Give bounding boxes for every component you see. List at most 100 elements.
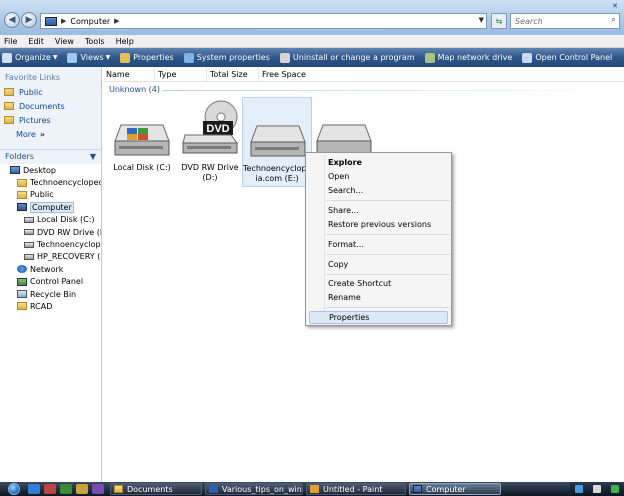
menu-help[interactable]: Help bbox=[116, 37, 134, 46]
hard-drive-icon bbox=[114, 124, 170, 156]
tree-item-control-panel[interactable]: Control Panel bbox=[0, 276, 101, 288]
tree-item-local-disk[interactable]: Local Disk (C:) bbox=[0, 214, 101, 226]
taskbar-item-paint[interactable]: Untitled - Paint bbox=[306, 483, 406, 495]
refresh-button[interactable]: ⇆ bbox=[491, 13, 507, 29]
forward-button[interactable]: ▶ bbox=[21, 12, 37, 28]
tree-label: DVD RW Drive (D:) bbox=[37, 227, 101, 237]
favorite-pictures[interactable]: Pictures bbox=[0, 113, 101, 127]
menu-item-format[interactable]: Format... bbox=[328, 238, 448, 251]
tree-item-rcad[interactable]: RCAD bbox=[0, 300, 101, 312]
taskbar-item-computer[interactable]: Computer bbox=[409, 483, 501, 495]
menu-item-properties[interactable]: Properties bbox=[309, 311, 448, 324]
tree-item-computer[interactable]: Computer bbox=[0, 201, 101, 213]
back-button[interactable]: ◀ bbox=[4, 12, 20, 28]
breadcrumb-arrow-icon[interactable]: ▶ bbox=[114, 17, 119, 25]
folder-icon bbox=[17, 190, 27, 199]
menu-item-create-shortcut[interactable]: Create Shortcut bbox=[328, 277, 448, 290]
menu-item-share[interactable]: Share... bbox=[328, 204, 448, 217]
drive-label: Technoencyclope ia.com (E:) bbox=[243, 164, 312, 184]
column-free-space[interactable]: Free Space bbox=[259, 67, 311, 82]
column-type[interactable]: Type bbox=[155, 66, 207, 82]
tree-item-recovery[interactable]: HP_RECOVERY (F: bbox=[0, 251, 101, 263]
chevron-down-icon[interactable]: ▼ bbox=[479, 16, 484, 24]
menu-separator bbox=[326, 234, 450, 235]
organize-button[interactable]: Organize ▼ bbox=[2, 52, 57, 63]
chevron-down-icon: ▼ bbox=[105, 54, 111, 61]
network-drive-icon bbox=[424, 52, 435, 63]
open-control-panel-button[interactable]: Open Control Panel bbox=[522, 52, 613, 63]
address-bar: ◀ ▶ ▶ Computer ▶ ▼ ⇆ Search ⌕ ✕ bbox=[0, 0, 624, 35]
properties-button[interactable]: Properties bbox=[120, 52, 174, 63]
ie-icon[interactable] bbox=[28, 484, 40, 494]
group-header[interactable]: Unknown (4) bbox=[109, 85, 160, 94]
hard-drive-icon bbox=[316, 124, 372, 156]
network-tray-icon[interactable] bbox=[575, 485, 583, 493]
quick-launch-icon[interactable] bbox=[76, 484, 88, 494]
folders-header[interactable]: Folders ▼ bbox=[0, 149, 101, 163]
menu-item-copy[interactable]: Copy bbox=[328, 258, 448, 271]
taskbar: Documents Various_tips_on_win... Untitle… bbox=[0, 482, 624, 496]
organize-icon bbox=[2, 52, 12, 63]
drive-local-disk-c[interactable]: Local Disk (C:) bbox=[107, 97, 177, 187]
battery-tray-icon[interactable] bbox=[611, 485, 619, 493]
system-properties-button[interactable]: System properties bbox=[183, 52, 270, 63]
open-control-panel-label: Open Control Panel bbox=[535, 53, 613, 62]
quick-launch-icon[interactable] bbox=[92, 484, 104, 494]
views-button[interactable]: Views ▼ bbox=[67, 52, 111, 63]
tree-item-dvd-drive[interactable]: DVD RW Drive (D:) bbox=[0, 226, 101, 238]
address-input[interactable]: ▶ Computer ▶ ▼ bbox=[40, 13, 487, 29]
drive-technoencyclopedia-e[interactable]: Technoencyclope ia.com (E:) bbox=[242, 97, 312, 187]
tree-item-drive-e[interactable]: Technoencyclope bbox=[0, 238, 101, 250]
close-icon[interactable]: ✕ bbox=[612, 2, 618, 10]
favorite-documents[interactable]: Documents bbox=[0, 99, 101, 113]
folder-tree: Desktop Technoencyclopedi Public Compute… bbox=[0, 164, 101, 482]
hard-drive-icon bbox=[24, 216, 34, 223]
hard-drive-icon bbox=[250, 125, 306, 157]
taskbar-item-documents[interactable]: Documents bbox=[110, 483, 202, 495]
uninstall-button[interactable]: Uninstall or change a program bbox=[279, 52, 415, 63]
favorite-public[interactable]: Public bbox=[0, 85, 101, 99]
tree-item-recycle-bin[interactable]: Recycle Bin bbox=[0, 288, 101, 300]
hard-drive-icon bbox=[24, 253, 34, 260]
taskbar-item-word[interactable]: Various_tips_on_win... bbox=[205, 483, 303, 495]
volume-tray-icon[interactable] bbox=[593, 485, 601, 493]
map-network-drive-button[interactable]: Map network drive bbox=[424, 52, 512, 63]
favorite-more-link[interactable]: More» bbox=[0, 127, 101, 141]
chevron-down-icon: ▼ bbox=[89, 152, 96, 161]
column-total-size[interactable]: Total Size bbox=[207, 66, 259, 82]
views-label: Views bbox=[80, 53, 104, 62]
context-menu: Explore Open Search... Share... Restore … bbox=[305, 152, 452, 326]
tree-item-public[interactable]: Public bbox=[0, 189, 101, 201]
start-button[interactable] bbox=[0, 482, 28, 496]
folder-icon bbox=[4, 102, 14, 110]
tree-item-network[interactable]: Network bbox=[0, 263, 101, 275]
drive-dvd-rw-d[interactable]: DVD DVD RW Drive (D:) bbox=[175, 97, 245, 187]
column-name[interactable]: Name bbox=[103, 66, 155, 82]
menu-view[interactable]: View bbox=[55, 37, 74, 46]
word-icon bbox=[209, 485, 218, 493]
menu-separator bbox=[326, 307, 450, 308]
folders-title: Folders bbox=[5, 152, 34, 161]
menu-item-restore-previous-versions[interactable]: Restore previous versions bbox=[328, 218, 448, 231]
menu-item-rename[interactable]: Rename bbox=[328, 291, 448, 304]
folder-icon bbox=[4, 88, 14, 96]
menu-tools[interactable]: Tools bbox=[85, 37, 105, 46]
recycle-bin-icon bbox=[17, 290, 27, 299]
menu-item-open[interactable]: Open bbox=[328, 170, 448, 183]
menu-item-explore[interactable]: Explore bbox=[328, 156, 448, 169]
search-icon[interactable]: ⌕ bbox=[611, 15, 616, 25]
navigation-pane: Favorite Links Public Documents Pictures… bbox=[0, 67, 102, 482]
control-panel-icon bbox=[522, 52, 533, 63]
quick-launch-icon[interactable] bbox=[60, 484, 72, 494]
favorite-label: Pictures bbox=[19, 115, 51, 125]
folder-icon bbox=[114, 485, 123, 493]
favorite-label: Documents bbox=[19, 101, 65, 111]
search-placeholder: Search bbox=[515, 16, 543, 26]
menu-edit[interactable]: Edit bbox=[28, 37, 44, 46]
menu-file[interactable]: File bbox=[4, 37, 17, 46]
search-input[interactable]: Search ⌕ bbox=[510, 13, 620, 29]
tree-item-desktop[interactable]: Desktop bbox=[0, 164, 101, 176]
quick-launch-icon[interactable] bbox=[44, 484, 56, 494]
menu-item-search[interactable]: Search... bbox=[328, 184, 448, 197]
tree-item-user[interactable]: Technoencyclopedi bbox=[0, 176, 101, 188]
